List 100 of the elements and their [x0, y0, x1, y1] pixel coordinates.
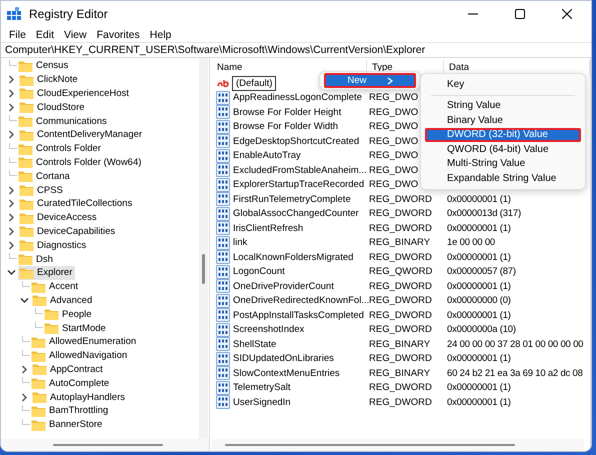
address-field[interactable]: Computer\HKEY_CURRENT_USER\Software\Microsoft\Windows\CurrentVersion\Explorer [1, 42, 591, 58]
value-name: Browse For Folder Height [232, 106, 342, 118]
right-caret-icon[interactable] [7, 75, 16, 84]
menu-item[interactable]: Key [425, 77, 581, 92]
rename-field[interactable]: (Default) [232, 76, 276, 91]
value-data: 0x00000001 (1) [447, 252, 511, 263]
menu-item[interactable]: File [4, 28, 31, 40]
tree-item[interactable]: People [43, 307, 95, 321]
binary-value-icon [216, 221, 230, 236]
tree-item[interactable]: AllowedNavigation [30, 348, 130, 362]
folder-icon [31, 334, 46, 349]
value-name: FirstRunTelemetryComplete [232, 194, 352, 205]
value-type: REG_DWO [369, 136, 418, 147]
folder-icon [18, 114, 33, 128]
binary-value-icon [216, 308, 230, 322]
value-type: REG_DWORD [369, 295, 432, 306]
right-caret-icon[interactable] [20, 392, 29, 402]
tree-item[interactable]: AllowedEnumeration [30, 335, 140, 349]
right-caret-icon[interactable] [7, 199, 16, 208]
right-caret-icon[interactable] [7, 130, 16, 140]
menu-item[interactable]: Multi-String Value [425, 156, 581, 171]
menu-item[interactable]: QWORD (64-bit) Value [425, 142, 581, 156]
tree-item[interactable]: CPSS [18, 183, 66, 197]
menu-item[interactable]: Expandable String Value [425, 171, 581, 186]
down-caret-icon[interactable] [20, 296, 29, 305]
binary-value-icon [216, 236, 230, 250]
tree-item[interactable]: StartMode [43, 321, 109, 335]
folder-icon [19, 86, 34, 100]
tree-item[interactable]: Controls Folder (Wow64) [17, 156, 144, 170]
folder-icon [44, 321, 59, 336]
scrollbar-thumb[interactable] [53, 444, 163, 446]
close-icon [562, 9, 572, 19]
tree-item[interactable]: Dsh [17, 252, 56, 266]
tree-item[interactable]: BannerStore [30, 418, 106, 432]
binary-value-icon [216, 352, 230, 366]
tree-item[interactable]: Controls Folder [17, 142, 104, 156]
tree-item[interactable]: CloudStore [18, 100, 88, 114]
folder-icon [19, 224, 34, 238]
right-caret-icon[interactable] [7, 102, 16, 112]
right-caret-icon[interactable] [7, 213, 16, 222]
menu-item[interactable]: Favorites [92, 28, 145, 40]
tree-item[interactable]: DeviceCapabilities [18, 224, 118, 238]
tree-item[interactable]: Explorer [18, 266, 76, 280]
tree-item[interactable]: ContentDeliveryManager [18, 128, 146, 142]
tree-item[interactable]: ClickNote [18, 72, 81, 86]
value-type: REG_DWO [369, 164, 418, 176]
value-type: REG_BINARY [369, 338, 430, 350]
value-data: 1e 00 00 00 [447, 237, 495, 248]
menu-item[interactable]: Edit [30, 28, 60, 40]
value-name: LogonCount [232, 266, 286, 278]
value-name: PostAppInstallTasksCompleted [232, 310, 365, 321]
menu-item[interactable]: New [324, 73, 416, 88]
value-type: REG_DWO [369, 106, 418, 118]
tree-item[interactable]: CloudExperienceHost [18, 86, 132, 100]
value-name: link [232, 237, 248, 248]
tree-item[interactable]: Advanced [31, 294, 96, 308]
menu-item[interactable]: DWORD (32-bit) Value [425, 128, 581, 142]
folder-icon [19, 196, 34, 211]
right-caret-icon[interactable] [20, 364, 29, 374]
right-caret-icon[interactable] [7, 186, 16, 195]
menu-item[interactable]: Binary Value [425, 113, 581, 128]
value-name: SIDUpdatedOnLibraries [232, 353, 335, 364]
folder-icon [18, 169, 33, 184]
binary-value-icon [216, 178, 230, 192]
value-type: REG_DWORD [369, 280, 432, 292]
folder-icon [32, 390, 47, 404]
tree-item[interactable]: Accent [30, 280, 82, 294]
tree-item[interactable]: DeviceAccess [18, 210, 100, 224]
down-caret-icon[interactable] [7, 268, 16, 278]
right-caret-icon[interactable] [7, 226, 16, 236]
value-data: 24 00 00 00 37 28 01 00 00 00 00 [447, 338, 584, 350]
folder-icon [19, 238, 34, 252]
binary-value-icon [216, 264, 230, 279]
right-caret-icon[interactable] [7, 240, 16, 250]
tree-item[interactable]: BamThrottling [30, 404, 112, 418]
value-data: 0x00000001 (1) [447, 280, 511, 292]
value-type: REG_DWO [369, 121, 418, 132]
value-type: REG_DWORD [369, 353, 432, 364]
scrollbar-thumb[interactable] [225, 444, 515, 446]
tree-item[interactable]: Diagnostics [18, 238, 90, 252]
tree-item[interactable]: CuratedTileCollections [18, 197, 136, 211]
value-type: REG_DWORD [369, 194, 432, 205]
scrollbar-thumb[interactable] [202, 254, 205, 284]
menu-item[interactable]: Help [144, 28, 176, 40]
tree-item[interactable]: AutoplayHandlers [31, 390, 128, 404]
tree-item[interactable]: AutoComplete [30, 376, 112, 390]
value-type: REG_DWO [369, 179, 418, 190]
value-data: 0x00000001 (1) [447, 353, 511, 364]
binary-value-icon [216, 337, 230, 352]
tree-item[interactable]: Communications [17, 114, 110, 128]
binary-value-icon [216, 163, 230, 178]
folder-icon [18, 58, 33, 73]
tree-item[interactable]: AppContract [31, 362, 106, 376]
right-caret-icon[interactable] [7, 88, 16, 98]
tree-item[interactable]: Cortana [17, 170, 73, 184]
value-name: EnableAutoTray [232, 150, 302, 162]
tree-item[interactable]: Census [17, 59, 72, 73]
menu-item[interactable]: View [59, 28, 92, 40]
menu-item[interactable]: String Value [425, 98, 581, 113]
binary-value-icon [216, 322, 230, 337]
